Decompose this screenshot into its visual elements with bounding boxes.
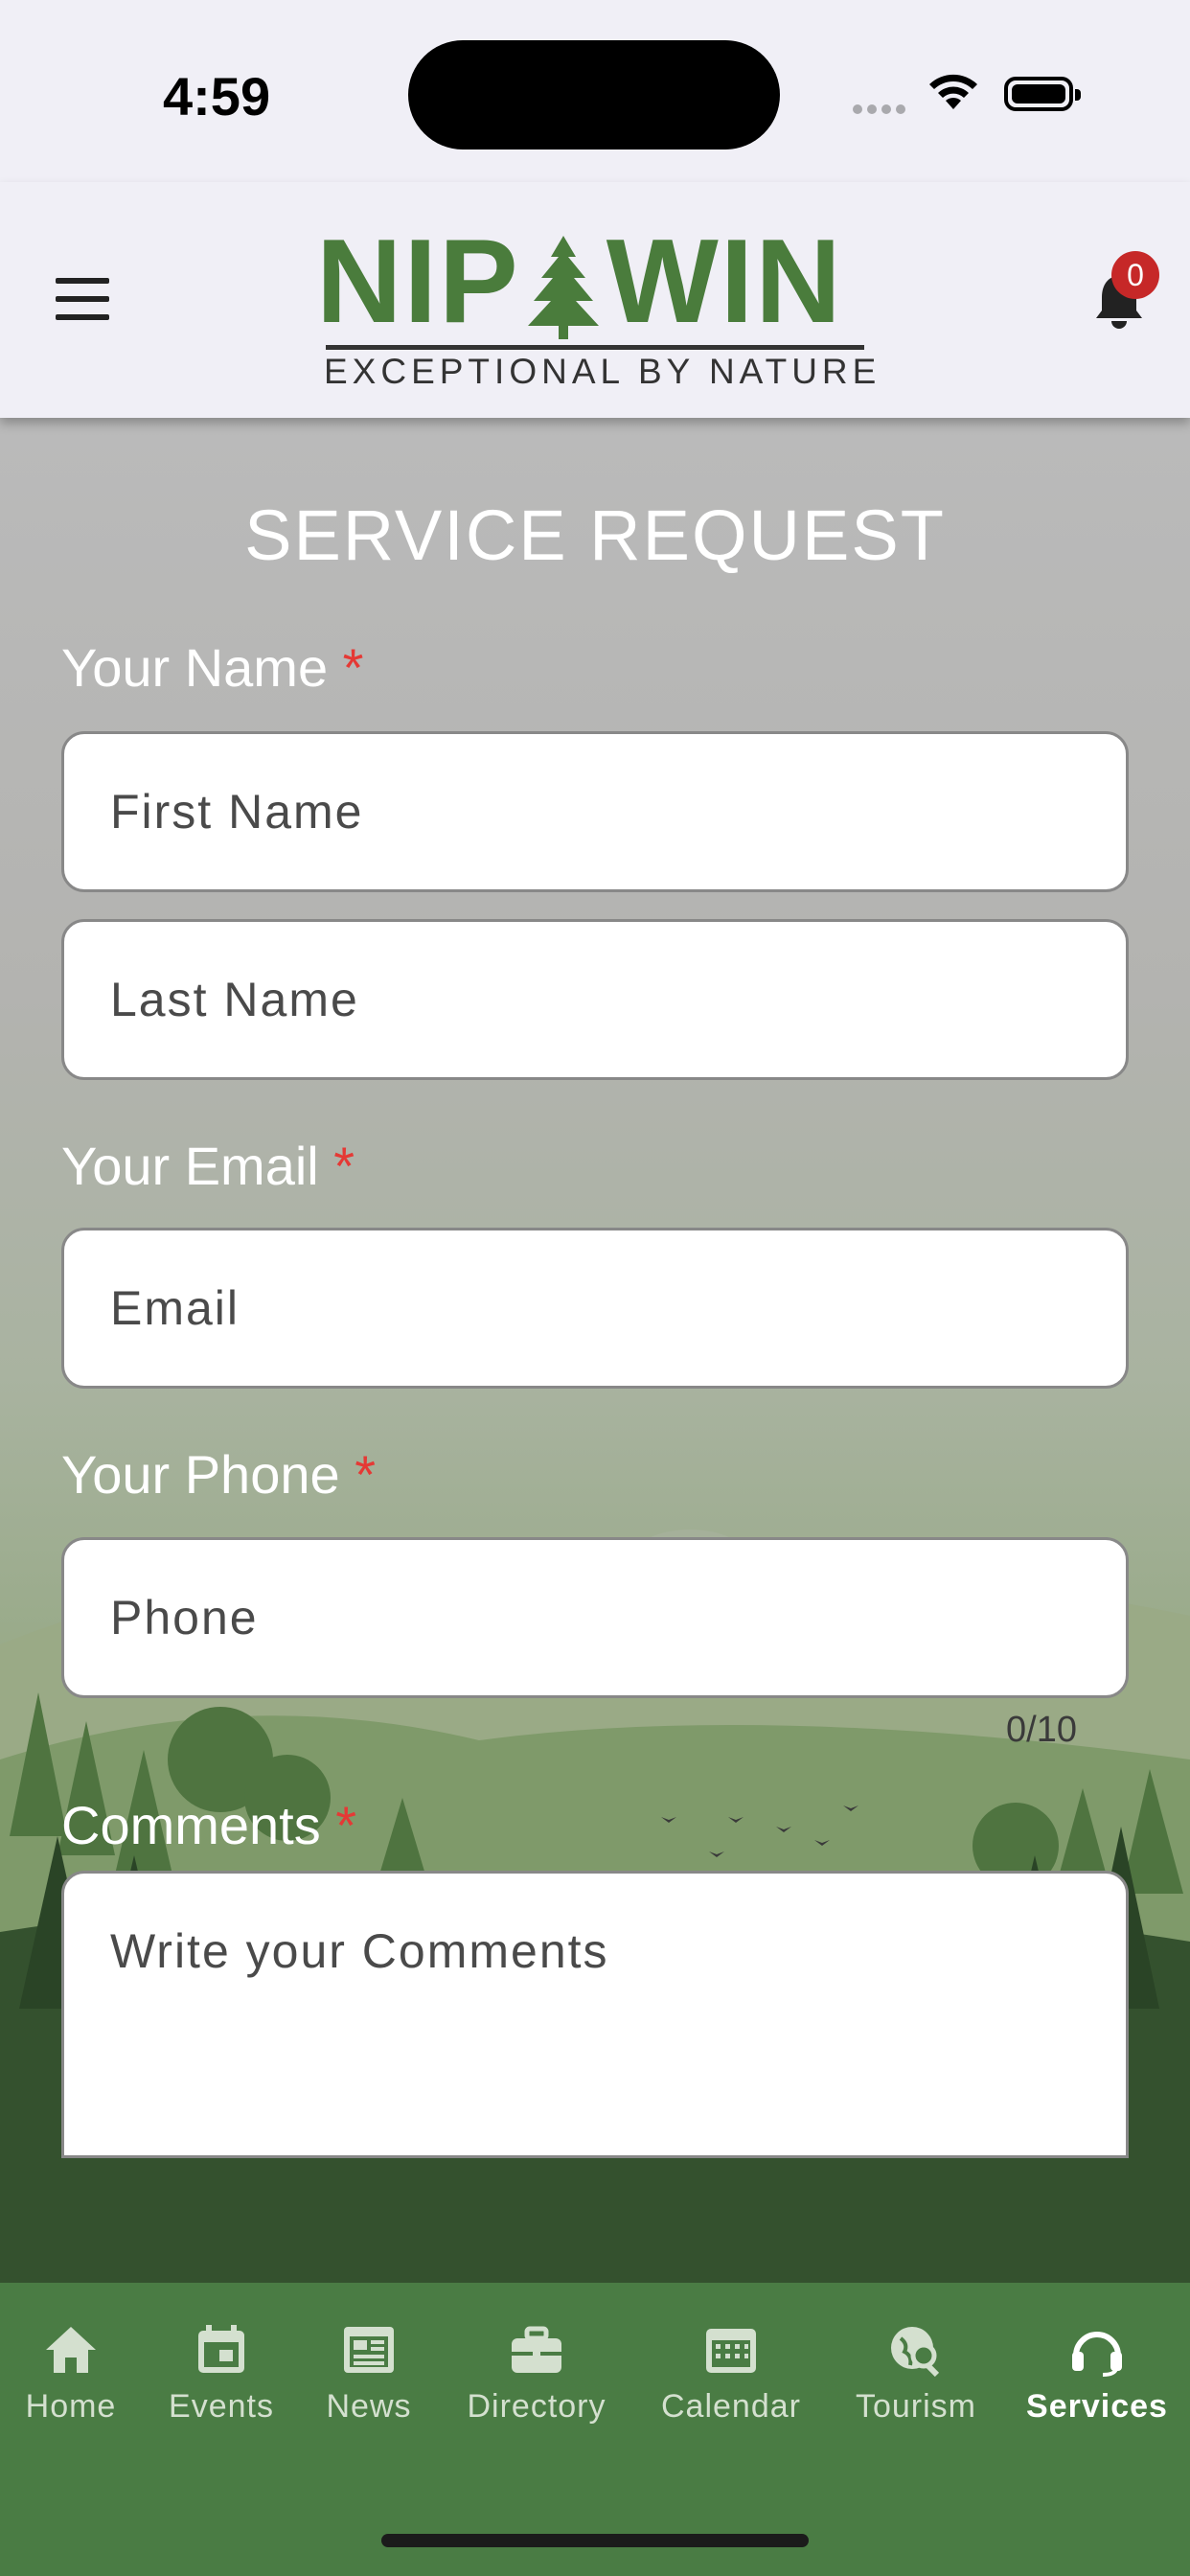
calendar-grid-icon (706, 2329, 756, 2373)
home-indicator (381, 2534, 809, 2547)
hamburger-menu-icon[interactable] (56, 278, 109, 320)
headset-icon (1072, 2332, 1122, 2377)
required-marker: * (355, 1444, 376, 1505)
tab-directory-label: Directory (467, 2388, 606, 2425)
last-name-placeholder: Last Name (110, 973, 359, 1026)
tree-icon (527, 236, 599, 339)
email-input[interactable]: Email (61, 1228, 1129, 1389)
status-time: 4:59 (163, 66, 271, 126)
first-name-placeholder: First Name (110, 785, 364, 839)
phone-character-counter: 0/10 (1006, 1710, 1077, 1750)
status-bar: 4:59 (0, 0, 1190, 182)
calendar-event-icon (198, 2325, 244, 2373)
tab-tourism-label: Tourism (855, 2388, 977, 2425)
last-name-input[interactable]: Last Name (61, 919, 1129, 1080)
briefcase-icon (512, 2326, 561, 2373)
bottom-tab-bar: Home Events News Directory Calendar Tour… (0, 2283, 1190, 2576)
tab-directory[interactable]: Directory (455, 2323, 618, 2426)
tab-home-label: Home (25, 2388, 117, 2425)
newspaper-icon (344, 2327, 394, 2373)
tab-events-label: Events (169, 2388, 274, 2425)
tab-tourism[interactable]: Tourism (835, 2323, 997, 2426)
notification-badge: 0 (1111, 251, 1159, 299)
dynamic-island (408, 40, 780, 150)
logo-tagline: EXCEPTIONAL BY NATURE (324, 352, 881, 391)
first-name-input[interactable]: First Name (61, 731, 1129, 892)
cellular-signal-icon (853, 102, 910, 119)
tab-home[interactable]: Home (0, 2323, 152, 2426)
tab-calendar[interactable]: Calendar (650, 2323, 812, 2426)
name-label-text: Your Name (61, 637, 329, 698)
name-label: Your Name * (61, 636, 363, 699)
tab-services-label: Services (1026, 2388, 1168, 2425)
tab-calendar-label: Calendar (661, 2388, 801, 2425)
battery-icon (1004, 77, 1081, 111)
tab-services[interactable]: Services (1016, 2323, 1179, 2426)
phone-label: Your Phone * (61, 1443, 376, 1506)
page-title: SERVICE REQUEST (244, 495, 946, 575)
email-label: Your Email * (61, 1135, 355, 1197)
phone-placeholder: Phone (110, 1591, 259, 1644)
tab-events[interactable]: Events (140, 2323, 303, 2426)
required-marker: * (335, 1795, 357, 1855)
email-label-text: Your Email (61, 1136, 319, 1196)
logo-word-left: NIP (316, 216, 520, 348)
wifi-icon (929, 74, 977, 109)
service-request-screen: SERVICE REQUEST Your Name * First Name L… (0, 418, 1190, 2283)
comments-placeholder: Write your Comments (110, 1924, 609, 1978)
home-icon (46, 2327, 96, 2373)
required-marker: * (342, 637, 364, 698)
tab-news-label: News (326, 2388, 412, 2425)
email-placeholder: Email (110, 1281, 240, 1335)
required-marker: * (333, 1136, 355, 1196)
comments-textarea[interactable]: Write your Comments (61, 1871, 1129, 2158)
globe-search-icon (891, 2327, 940, 2377)
phone-label-text: Your Phone (61, 1444, 340, 1505)
tab-news[interactable]: News (287, 2323, 450, 2426)
logo-word-right: WIN (606, 216, 843, 348)
comments-label: Comments * (61, 1794, 356, 1856)
phone-input[interactable]: Phone (61, 1537, 1129, 1698)
comments-label-text: Comments (61, 1795, 321, 1855)
nipawin-logo: NIP WIN EXCEPTIONAL BY NATURE (316, 216, 876, 391)
app-header: NIP WIN EXCEPTIONAL BY NATURE 0 (0, 182, 1190, 418)
